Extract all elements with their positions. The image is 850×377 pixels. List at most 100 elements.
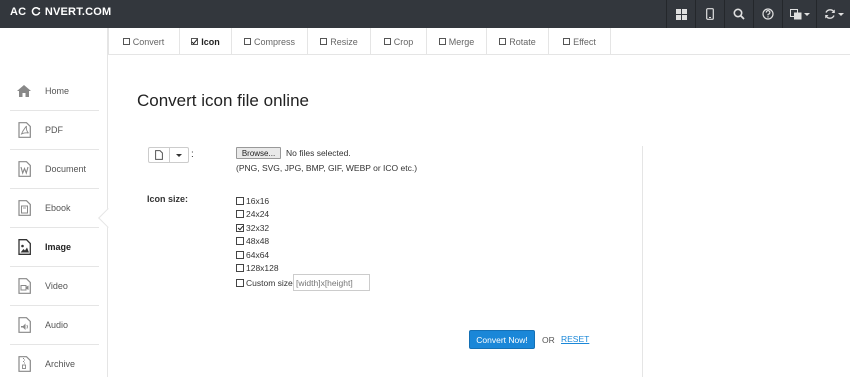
refresh-button[interactable] xyxy=(816,0,850,28)
refresh-icon xyxy=(824,9,835,19)
custom-size-label: Custom size: xyxy=(246,277,296,288)
source-colon: : xyxy=(191,149,194,160)
size-option-label: 32x32 xyxy=(246,222,270,233)
grid-button[interactable] xyxy=(666,0,695,28)
tool-tabs: Convert Icon Compress Resize Crop Merge … xyxy=(108,28,850,55)
checkbox-checked[interactable] xyxy=(236,223,244,232)
tab-convert[interactable]: Convert xyxy=(108,28,180,55)
pdf-icon xyxy=(16,122,32,138)
checkbox[interactable] xyxy=(236,196,244,205)
size-option-custom[interactable]: Custom size: xyxy=(236,277,295,288)
search-button[interactable] xyxy=(724,0,753,28)
sidebar-item-video[interactable]: Video xyxy=(10,267,99,306)
file-icon xyxy=(155,150,163,160)
convert-now-button[interactable]: Convert Now! xyxy=(469,330,535,349)
checkbox-icon xyxy=(499,38,507,45)
sidebar-item-label: Archive xyxy=(45,359,76,369)
checkbox-icon xyxy=(320,38,328,45)
tab-label: Effect xyxy=(573,36,596,47)
custom-size-input[interactable] xyxy=(293,274,370,291)
tab-effect[interactable]: Effect xyxy=(549,28,611,55)
language-button[interactable] xyxy=(782,0,816,28)
file-source-button[interactable] xyxy=(148,147,170,163)
size-option-16[interactable]: 16x16 xyxy=(236,195,269,206)
checkbox-icon xyxy=(122,38,130,45)
tab-label: Icon xyxy=(201,36,220,47)
search-icon xyxy=(733,8,745,20)
content-divider xyxy=(642,146,643,377)
tab-merge[interactable]: Merge xyxy=(427,28,487,55)
tab-label: Resize xyxy=(330,36,358,47)
size-option-label: 16x16 xyxy=(246,195,270,206)
sidebar-item-label: Home xyxy=(45,86,70,96)
logo-refresh-icon xyxy=(31,6,40,16)
checkbox-icon xyxy=(383,38,391,45)
size-option-32[interactable]: 32x32 xyxy=(236,222,269,233)
checkbox[interactable] xyxy=(236,236,244,245)
checkbox[interactable] xyxy=(236,250,244,259)
file-status: No files selected. xyxy=(286,148,351,158)
size-option-label: 128x128 xyxy=(246,262,279,273)
size-option-label: 48x48 xyxy=(246,235,270,246)
sidebar-item-pdf[interactable]: PDF xyxy=(10,111,99,150)
language-icon xyxy=(789,8,801,19)
sidebar-item-label: Audio xyxy=(45,320,69,330)
tab-rotate[interactable]: Rotate xyxy=(487,28,549,55)
home-icon xyxy=(16,83,32,99)
help-icon xyxy=(762,8,774,20)
checkbox-icon xyxy=(243,38,251,45)
reset-link[interactable]: RESET xyxy=(561,334,589,344)
tab-label: Crop xyxy=(393,36,414,47)
sidebar: Home PDF Document Ebook Image Video Audi… xyxy=(0,28,108,377)
video-icon xyxy=(16,278,32,294)
size-option-128[interactable]: 128x128 xyxy=(236,262,279,273)
mobile-icon xyxy=(706,8,714,20)
archive-icon xyxy=(16,356,32,372)
sidebar-item-label: Document xyxy=(45,164,87,174)
chevron-down-icon xyxy=(176,153,182,157)
sidebar-item-home[interactable]: Home xyxy=(10,72,99,111)
size-option-64[interactable]: 64x64 xyxy=(236,249,269,260)
size-option-label: 64x64 xyxy=(246,249,270,260)
sidebar-item-label: PDF xyxy=(45,125,63,135)
tab-label: Convert xyxy=(132,36,165,47)
checkbox[interactable] xyxy=(236,278,244,287)
browse-button[interactable]: Browse... xyxy=(236,147,281,159)
sidebar-item-ebook[interactable]: Ebook xyxy=(10,189,99,228)
logo-text-left: AC xyxy=(10,6,27,18)
sidebar-item-document[interactable]: Document xyxy=(10,150,99,189)
sidebar-item-image[interactable]: Image xyxy=(10,228,99,267)
chevron-down-icon xyxy=(837,12,844,16)
tab-compress[interactable]: Compress xyxy=(232,28,308,55)
sidebar-item-archive[interactable]: Archive xyxy=(10,345,99,377)
tab-crop[interactable]: Crop xyxy=(371,28,427,55)
help-button[interactable] xyxy=(753,0,782,28)
tab-label: Merge xyxy=(448,36,475,47)
size-option-24[interactable]: 24x24 xyxy=(236,208,269,219)
tab-resize[interactable]: Resize xyxy=(308,28,371,55)
supported-formats: (PNG, SVG, JPG, BMP, GIF, WEBP or ICO et… xyxy=(236,163,418,173)
chevron-down-icon xyxy=(803,12,810,16)
logo-text-right: NVERT.COM xyxy=(44,6,112,18)
file-source-dropdown[interactable] xyxy=(169,147,189,163)
sidebar-item-label: Image xyxy=(45,242,72,252)
checkbox[interactable] xyxy=(236,209,244,218)
tab-label: Compress xyxy=(253,36,295,47)
audio-icon xyxy=(16,317,32,333)
site-logo[interactable]: AC NVERT.COM xyxy=(10,6,111,18)
size-option-48[interactable]: 48x48 xyxy=(236,235,269,246)
icon-size-label: Icon size: xyxy=(147,194,189,204)
mobile-button[interactable] xyxy=(695,0,724,28)
tab-icon[interactable]: Icon xyxy=(180,28,232,55)
sidebar-item-audio[interactable]: Audio xyxy=(10,306,99,345)
checkbox-checked-icon xyxy=(191,38,199,45)
size-option-label: 24x24 xyxy=(246,208,270,219)
top-bar: AC NVERT.COM xyxy=(0,0,850,28)
grid-icon xyxy=(675,8,687,20)
checkbox-icon xyxy=(563,38,571,45)
tab-label: Rotate xyxy=(509,36,536,47)
checkbox[interactable] xyxy=(236,263,244,272)
sidebar-item-label: Video xyxy=(45,281,68,291)
document-icon xyxy=(16,161,32,177)
checkbox-icon xyxy=(438,38,446,45)
